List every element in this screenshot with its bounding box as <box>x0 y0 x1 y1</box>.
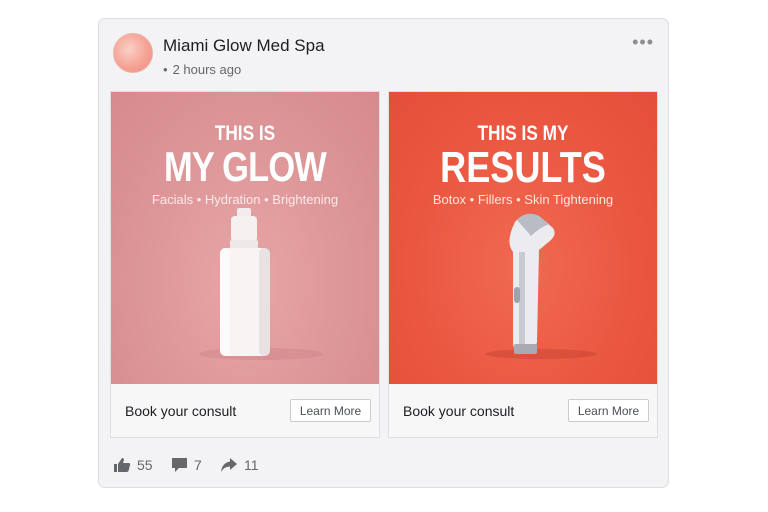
post-time[interactable]: 2 hours ago <box>173 62 242 77</box>
card-footer: Book your consult Learn More <box>111 384 379 437</box>
share-action[interactable]: 11 <box>220 457 259 473</box>
learn-more-button[interactable]: Learn More <box>568 399 649 422</box>
card-cta-text: Book your consult <box>403 403 515 419</box>
card-image[interactable]: THIS IS MY GLOW Facials • Hydration • Br… <box>111 92 379 384</box>
more-options-icon[interactable]: ••• <box>632 33 654 51</box>
comment-icon <box>172 458 187 472</box>
ad-post: Miami Glow Med Spa • 2 hours ago ••• THIS… <box>98 18 669 488</box>
serum-bottle-image <box>199 208 323 360</box>
learn-more-button[interactable]: Learn More <box>290 399 371 422</box>
card-image[interactable]: THIS IS MY RESULTS Botox • Fillers • Ski… <box>389 92 657 384</box>
card-cta-text: Book your consult <box>125 403 237 419</box>
post-meta: • 2 hours ago <box>163 62 241 77</box>
like-action[interactable]: 55 <box>113 457 153 473</box>
like-count: 55 <box>137 457 153 473</box>
comment-action[interactable]: 7 <box>171 457 202 473</box>
carousel: THIS IS MY GLOW Facials • Hydration • Br… <box>110 91 659 439</box>
share-icon <box>221 458 237 472</box>
carousel-card-results[interactable]: THIS IS MY RESULTS Botox • Fillers • Ski… <box>388 91 658 438</box>
page-name[interactable]: Miami Glow Med Spa <box>163 36 325 56</box>
skin-device-image <box>485 213 597 359</box>
like-icon <box>114 458 131 472</box>
card-footer: Book your consult Learn More <box>389 384 657 437</box>
comment-count: 7 <box>194 457 202 473</box>
carousel-card-glow[interactable]: THIS IS MY GLOW Facials • Hydration • Br… <box>110 91 380 438</box>
share-count: 11 <box>244 457 259 473</box>
page-avatar[interactable] <box>113 33 153 73</box>
meta-separator: • <box>163 62 168 77</box>
